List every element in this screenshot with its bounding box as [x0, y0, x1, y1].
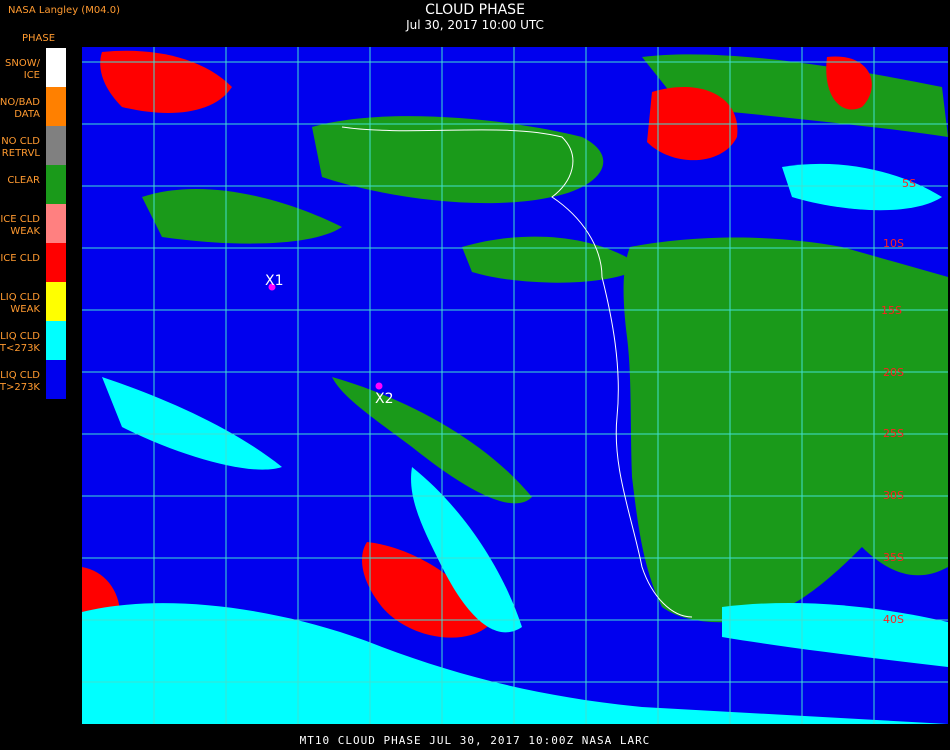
- marker-dot: [375, 382, 383, 390]
- legend-label: NO CLD RETRVL: [1, 136, 40, 159]
- grid-label: 20S: [883, 366, 904, 379]
- grid-label: 5S: [902, 177, 916, 190]
- legend-title: PHASE: [22, 33, 56, 44]
- legend-swatch: [46, 126, 66, 165]
- legend-label: ICE CLD: [0, 253, 40, 264]
- legend-item-no-cloud-retrieval: NO CLD RETRVL: [0, 126, 68, 165]
- grid-label: 25S: [883, 427, 904, 440]
- grid-label: 35S: [883, 551, 904, 564]
- legend-item-ice-cloud: ICE CLD: [0, 243, 68, 282]
- legend-swatch: [46, 243, 66, 282]
- grid-label: 30S: [883, 489, 904, 502]
- map-subtitle: Jul 30, 2017 10:00 UTC: [406, 18, 544, 32]
- grid-label: 10S: [883, 237, 904, 250]
- grid-label: 15S: [881, 304, 902, 317]
- marker-label: X1: [265, 273, 284, 289]
- legend-swatch: [46, 204, 66, 243]
- legend-item-no-bad-data: NO/BAD DATA: [0, 87, 68, 126]
- cloud-phase-map[interactable]: 5S 10S 15S 20S 25S 30S 35S 40S X1 X2: [82, 47, 948, 724]
- site-marker-x1[interactable]: X1: [265, 273, 284, 291]
- legend-swatch: [46, 165, 66, 204]
- legend-swatch: [46, 87, 66, 126]
- map-title: CLOUD PHASE: [425, 2, 525, 18]
- grid-label: 40S: [883, 613, 904, 626]
- legend-label: LIQ CLD WEAK: [0, 292, 40, 315]
- legend-label: NO/BAD DATA: [0, 97, 40, 120]
- legend-swatch: [46, 360, 66, 399]
- legend-swatch: [46, 48, 66, 87]
- marker-label: X2: [375, 391, 394, 407]
- footer-caption: MT10 CLOUD PHASE JUL 30, 2017 10:00Z NAS…: [299, 734, 651, 747]
- legend-label: CLEAR: [7, 175, 40, 186]
- legend-label: SNOW/ ICE: [5, 58, 40, 81]
- legend-item-liquid-cloud-weak: LIQ CLD WEAK: [0, 282, 68, 321]
- legend-swatch: [46, 321, 66, 360]
- legend-swatch: [46, 282, 66, 321]
- legend-label: LIQ CLD T<273K: [0, 331, 40, 354]
- legend-label: ICE CLD WEAK: [0, 214, 40, 237]
- legend-item-liquid-cloud-cold: LIQ CLD T<273K: [0, 321, 68, 360]
- legend-item-liquid-cloud-warm: LIQ CLD T>273K: [0, 360, 68, 399]
- legend-label: LIQ CLD T>273K: [0, 370, 40, 393]
- legend-item-clear: CLEAR: [0, 165, 68, 204]
- legend-item-snow-ice: SNOW/ ICE: [0, 48, 68, 87]
- legend: SNOW/ ICE NO/BAD DATA NO CLD RETRVL CLEA…: [0, 48, 68, 399]
- legend-item-ice-cloud-weak: ICE CLD WEAK: [0, 204, 68, 243]
